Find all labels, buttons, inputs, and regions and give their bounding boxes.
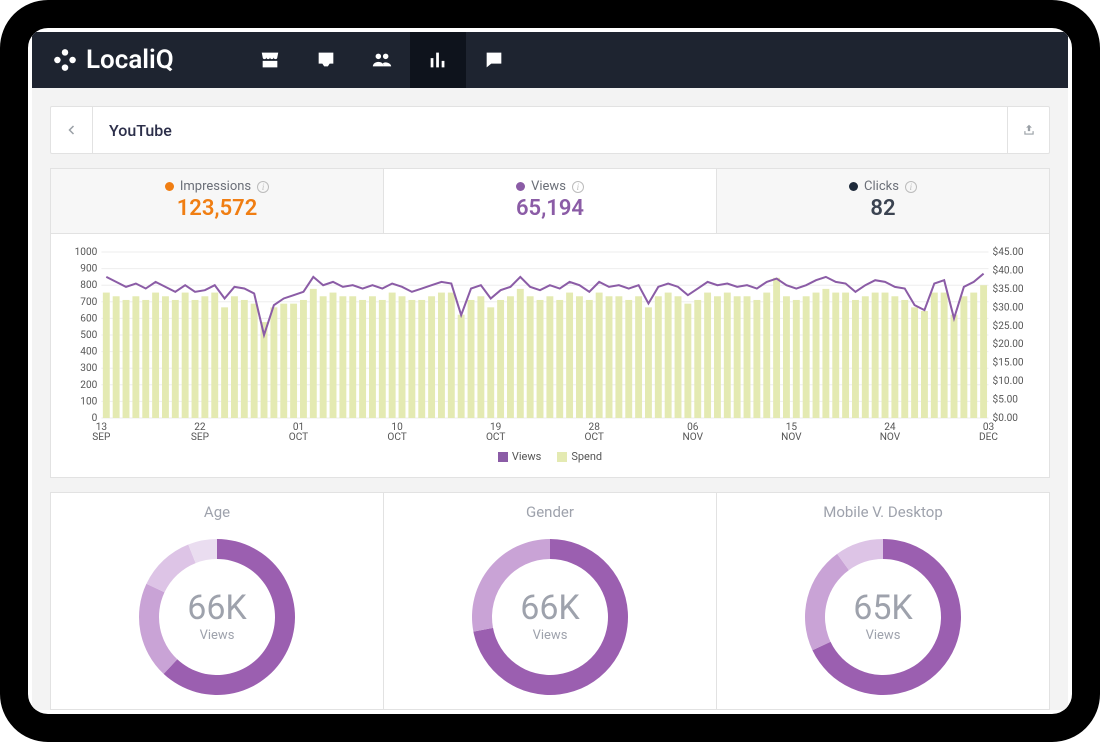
svg-text:OCT: OCT xyxy=(585,432,604,443)
page-header: YouTube xyxy=(50,106,1050,154)
nav-icons xyxy=(242,32,522,88)
donut-center-value: 66K xyxy=(187,588,247,628)
svg-text:400: 400 xyxy=(80,347,97,358)
info-icon[interactable]: i xyxy=(905,181,917,193)
donut-title: Age xyxy=(204,503,230,521)
svg-text:SEP: SEP xyxy=(92,432,110,443)
donut-chart: 66K Views xyxy=(460,527,640,707)
info-icon[interactable]: i xyxy=(257,181,269,193)
nav-chat-icon[interactable] xyxy=(466,32,522,88)
svg-text:600: 600 xyxy=(80,313,97,324)
donut-age: Age 66K Views xyxy=(51,493,384,709)
chart-canvas: 01002003004005006007008009001000$0.00$5.… xyxy=(65,246,1035,446)
svg-text:$25.00: $25.00 xyxy=(993,319,1024,332)
metric-value: 123,572 xyxy=(51,196,383,221)
metric-label: Views i xyxy=(384,179,716,194)
donut-center-value: 66K xyxy=(520,588,580,628)
svg-text:100: 100 xyxy=(80,396,97,407)
metric-value: 65,194 xyxy=(384,196,716,221)
chart-legend: Views Spend xyxy=(65,446,1035,471)
metric-dot-icon xyxy=(165,182,174,191)
svg-text:NOV: NOV xyxy=(781,432,802,443)
metric-tabs: Impressions i 123,572 Views i 65,194 Cli… xyxy=(51,169,1049,234)
metric-tab-impressions[interactable]: Impressions i 123,572 xyxy=(51,169,384,233)
svg-text:$40.00: $40.00 xyxy=(993,263,1024,276)
nav-people-icon[interactable] xyxy=(354,32,410,88)
donut-row: Age 66K Views Gender 66K Views Mobile V.… xyxy=(50,492,1050,710)
info-icon[interactable]: i xyxy=(572,181,584,193)
metric-dot-icon xyxy=(516,182,525,191)
chevron-left-icon xyxy=(66,124,78,136)
legend-item: Spend xyxy=(557,450,602,463)
donut-center-value: 65K xyxy=(853,588,913,628)
svg-text:$30.00: $30.00 xyxy=(993,300,1024,313)
nav-inbox-icon[interactable] xyxy=(298,32,354,88)
metric-dot-icon xyxy=(849,182,858,191)
tablet-frame: LocaliQ xyxy=(0,0,1100,742)
donut-gender: Gender 66K Views xyxy=(384,493,717,709)
donut-chart: 65K Views xyxy=(793,527,973,707)
share-button[interactable] xyxy=(1007,107,1049,153)
legend-item: Views xyxy=(498,450,541,463)
svg-text:700: 700 xyxy=(80,297,97,308)
donut-center-label: Views xyxy=(866,628,901,643)
donut-title: Mobile V. Desktop xyxy=(823,503,943,521)
top-nav: LocaliQ xyxy=(32,32,1068,88)
brand-logo-icon xyxy=(52,47,78,73)
metric-label: Clicks i xyxy=(717,179,1049,194)
metrics-panel: Impressions i 123,572 Views i 65,194 Cli… xyxy=(50,168,1050,478)
svg-text:OCT: OCT xyxy=(387,432,406,443)
svg-text:$20.00: $20.00 xyxy=(993,337,1024,350)
metric-tab-views[interactable]: Views i 65,194 xyxy=(384,169,717,233)
back-button[interactable] xyxy=(51,107,93,153)
brand[interactable]: LocaliQ xyxy=(52,45,174,75)
share-icon xyxy=(1022,123,1036,137)
svg-text:NOV: NOV xyxy=(683,432,704,443)
svg-text:500: 500 xyxy=(80,330,97,341)
svg-text:300: 300 xyxy=(80,363,97,374)
donut-chart: 66K Views xyxy=(127,527,307,707)
svg-text:OCT: OCT xyxy=(289,432,308,443)
brand-name: LocaliQ xyxy=(86,45,174,75)
svg-text:$0.00: $0.00 xyxy=(993,411,1019,424)
nav-store-icon[interactable] xyxy=(242,32,298,88)
svg-text:900: 900 xyxy=(80,264,97,275)
donut-center-label: Views xyxy=(200,628,235,643)
svg-text:$15.00: $15.00 xyxy=(993,356,1024,369)
svg-text:NOV: NOV xyxy=(880,432,901,443)
svg-text:$10.00: $10.00 xyxy=(993,374,1024,387)
donut-center-label: Views xyxy=(533,628,568,643)
metric-value: 82 xyxy=(717,196,1049,221)
metric-tab-clicks[interactable]: Clicks i 82 xyxy=(717,169,1049,233)
svg-text:800: 800 xyxy=(80,280,97,291)
page-title: YouTube xyxy=(93,121,1007,140)
content-area: YouTube Impressions i 123,572 Views i 65… xyxy=(32,88,1068,710)
app-window: LocaliQ xyxy=(32,32,1068,710)
metric-label: Impressions i xyxy=(51,179,383,194)
donut-mobile-v-desktop: Mobile V. Desktop 65K Views xyxy=(717,493,1049,709)
donut-title: Gender xyxy=(526,503,574,521)
svg-text:DEC: DEC xyxy=(979,432,998,443)
svg-text:1000: 1000 xyxy=(75,247,98,258)
timeseries-chart: 01002003004005006007008009001000$0.00$5.… xyxy=(51,234,1049,477)
nav-analytics-icon[interactable] xyxy=(410,32,466,88)
svg-text:SEP: SEP xyxy=(191,432,209,443)
svg-text:$5.00: $5.00 xyxy=(993,393,1019,406)
svg-text:$35.00: $35.00 xyxy=(993,282,1024,295)
svg-text:200: 200 xyxy=(80,380,97,391)
svg-text:$45.00: $45.00 xyxy=(993,246,1024,258)
svg-text:OCT: OCT xyxy=(486,432,505,443)
